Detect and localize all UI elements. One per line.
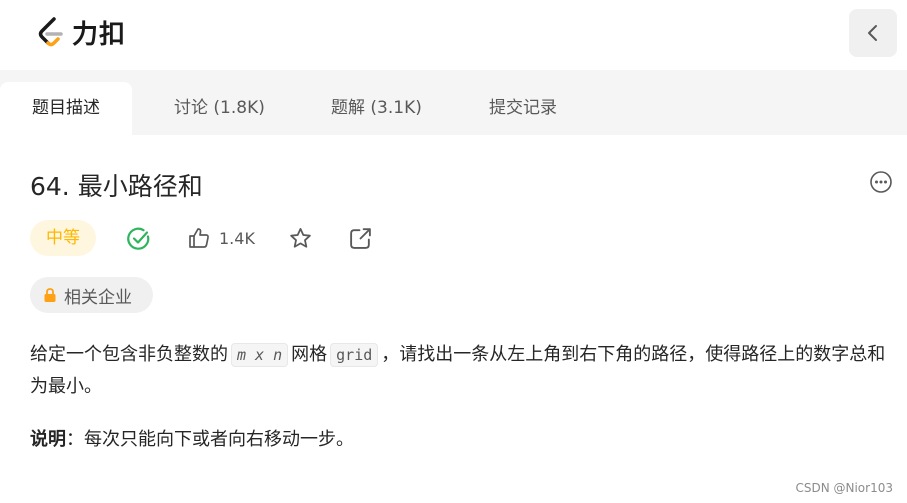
favorite-button[interactable] (288, 226, 313, 251)
tab-solutions[interactable]: 题解 (3.1K) (331, 82, 422, 135)
like-button[interactable]: 1.4K (187, 226, 255, 250)
more-dots-icon (870, 171, 892, 193)
watermark: CSDN @Nior103 (795, 481, 893, 495)
problem-note: 说明：每次只能向下或者向右移动一步。 (30, 425, 354, 451)
logo[interactable]: 力扣 (34, 14, 126, 51)
solved-status (126, 226, 152, 252)
more-options-button[interactable] (869, 170, 893, 194)
share-icon (350, 228, 371, 249)
logo-text: 力扣 (72, 20, 127, 50)
related-companies-label: 相关企业 (64, 287, 132, 308)
desc-text-1: 给定一个包含非负整数的 (30, 344, 228, 365)
related-companies-button[interactable]: 相关企业 (30, 277, 153, 313)
star-icon (290, 228, 311, 248)
difficulty-badge: 中等 (30, 220, 96, 256)
thumbs-up-icon (189, 228, 209, 248)
share-button[interactable] (348, 226, 373, 251)
code-grid: grid (330, 343, 379, 367)
header: 力扣 (0, 0, 907, 70)
note-text: ：每次只能向下或者向右移动一步。 (66, 429, 354, 450)
note-label: 说明 (30, 429, 66, 450)
tab-description[interactable]: 题目描述 (0, 82, 132, 135)
back-button[interactable] (849, 9, 897, 57)
like-count: 1.4K (219, 228, 255, 248)
desc-text-2: 网格 (291, 344, 328, 365)
code-mxn: m x n (231, 343, 289, 367)
problem-description: 给定一个包含非负整数的 m x n 网格 grid ，请找出一条从左上角到右下角的路径，… (30, 339, 890, 402)
leetcode-logo-icon (38, 16, 63, 46)
tab-submissions[interactable]: 提交记录 (489, 82, 557, 135)
check-circle-icon (127, 227, 150, 250)
tab-discussion[interactable]: 讨论 (1.8K) (174, 82, 265, 135)
lock-icon (44, 288, 56, 302)
chevron-left-icon (868, 25, 877, 41)
tab-bar: 题目描述 讨论 (1.8K) 题解 (3.1K) 提交记录 (0, 70, 907, 135)
problem-title: 64. 最小路径和 (30, 172, 203, 201)
